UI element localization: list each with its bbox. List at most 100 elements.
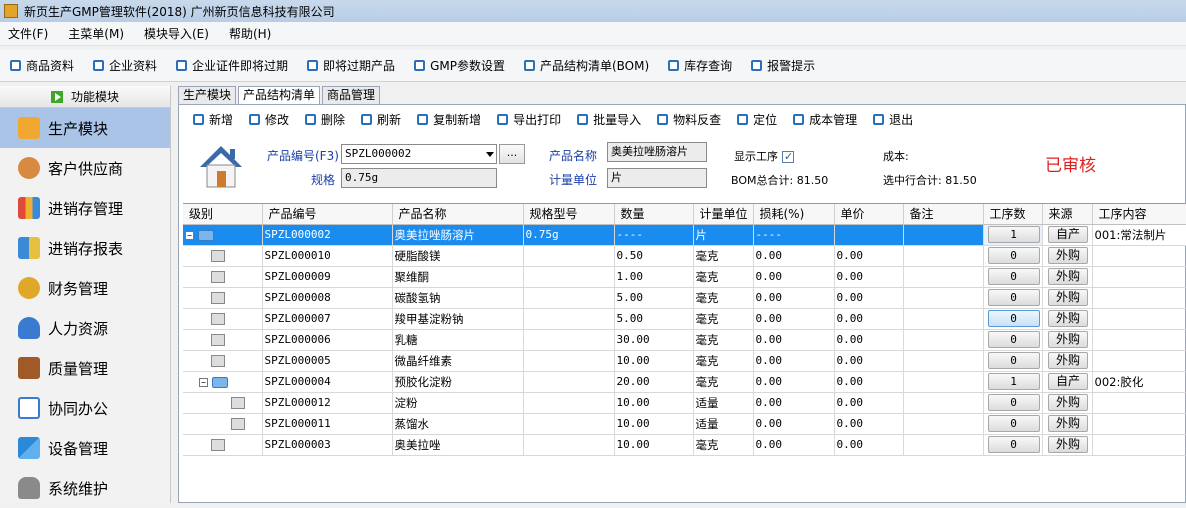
code-cell: SPZL000011 (262, 413, 393, 435)
product-name-field[interactable]: 奥美拉唑肠溶片 (607, 142, 707, 162)
source-button[interactable]: 外购 (1048, 268, 1088, 285)
table-row[interactable]: SPZL000008 碳酸氢钠 5.00 毫克 0.00 0.00 0 外购 (183, 287, 1186, 309)
col-source[interactable]: 来源 (1042, 204, 1093, 225)
menu-module-import[interactable]: 模块导入(E) (144, 25, 209, 42)
process-count-button[interactable]: 0 (987, 310, 1040, 327)
table-row[interactable]: − SPZL000004 预胶化淀粉 20.00 毫克 0.00 0.00 1 自产 002:胶化 (183, 371, 1186, 393)
col-price[interactable]: 单价 (834, 204, 904, 225)
table-row[interactable]: SPZL000007 羧甲基淀粉钠 5.00 毫克 0.00 0.00 0 外购 (183, 308, 1186, 330)
table-row[interactable]: SPZL000009 聚维酮 1.00 毫克 0.00 0.00 0 外购 (183, 266, 1186, 288)
browse-button[interactable]: ... (499, 144, 525, 164)
delete-button[interactable]: 删除 (305, 111, 345, 128)
copy-add-button[interactable]: 复制新增 (417, 111, 481, 128)
spec-cell (523, 308, 615, 330)
sidebar-item-office[interactable]: 协同办公 (0, 388, 170, 428)
expiring-certs-button[interactable]: 企业证件即将过期 (176, 57, 288, 74)
edit-button[interactable]: 修改 (249, 111, 289, 128)
table-row[interactable]: SPZL000006 乳糖 30.00 毫克 0.00 0.00 0 外购 (183, 329, 1186, 351)
col-spec[interactable]: 规格型号 (523, 204, 615, 225)
source-button[interactable]: 外购 (1048, 436, 1088, 453)
cost-management-button[interactable]: 成本管理 (793, 111, 857, 128)
company-info-button[interactable]: 企业资料 (93, 57, 157, 74)
product-code-combobox[interactable]: SPZL000002 (341, 144, 497, 164)
add-button[interactable]: 新增 (193, 111, 233, 128)
col-name[interactable]: 产品名称 (392, 204, 524, 225)
table-row[interactable]: SPZL000005 微晶纤维素 10.00 毫克 0.00 0.00 0 外购 (183, 350, 1186, 372)
table-row[interactable]: SPZL000012 淀粉 10.00 适量 0.00 0.00 0 外购 (183, 392, 1186, 414)
gmp-settings-button[interactable]: GMP参数设置 (414, 57, 505, 74)
collapse-icon[interactable]: − (185, 230, 194, 240)
product-info-button[interactable]: 商品资料 (10, 57, 74, 74)
checkbox-icon (10, 60, 21, 71)
col-loss[interactable]: 损耗(%) (753, 204, 835, 225)
menu-main[interactable]: 主菜单(M) (68, 25, 124, 42)
locate-button[interactable]: 定位 (737, 111, 777, 128)
col-level[interactable]: 级别 (183, 204, 263, 225)
sidebar-item-customer-supplier[interactable]: 客户供应商 (0, 148, 170, 188)
process-content-cell (1092, 392, 1186, 414)
process-count-button[interactable]: 0 (987, 289, 1040, 306)
alarm-button[interactable]: 报警提示 (751, 57, 815, 74)
process-count-button[interactable]: 0 (987, 247, 1040, 264)
table-row[interactable]: SPZL000011 蒸馏水 10.00 适量 0.00 0.00 0 外购 (183, 413, 1186, 435)
tab-product-management[interactable]: 商品管理 (322, 86, 381, 104)
col-code[interactable]: 产品编号 (262, 204, 393, 225)
qty-cell: 10.00 (614, 413, 694, 435)
source-button[interactable]: 外购 (1048, 247, 1088, 264)
process-count-button[interactable]: 0 (987, 394, 1040, 411)
process-count-button[interactable]: 0 (987, 415, 1040, 432)
product-name-label: 产品名称 (549, 149, 598, 163)
sidebar-item-production[interactable]: 生产模块 (0, 108, 170, 148)
menu-file[interactable]: 文件(F) (8, 25, 48, 42)
unit-field[interactable]: 片 (607, 168, 707, 188)
process-content-cell (1092, 287, 1186, 309)
source-button[interactable]: 外购 (1048, 310, 1088, 327)
process-count-button[interactable]: 0 (987, 352, 1040, 369)
collapse-icon[interactable]: − (199, 377, 208, 387)
tab-production[interactable]: 生产模块 (178, 86, 237, 104)
expiring-products-button[interactable]: 即将过期产品 (307, 57, 395, 74)
process-count-button[interactable]: 0 (987, 268, 1040, 285)
source-button[interactable]: 外购 (1048, 394, 1088, 411)
source-button[interactable]: 外购 (1048, 331, 1088, 348)
source-button[interactable]: 外购 (1048, 415, 1088, 432)
sidebar-item-equipment[interactable]: 设备管理 (0, 428, 170, 468)
process-count-button[interactable]: 1 (987, 226, 1040, 243)
source-button[interactable]: 外购 (1048, 352, 1088, 369)
export-print-button[interactable]: 导出打印 (497, 111, 561, 128)
col-qty[interactable]: 数量 (614, 204, 694, 225)
col-process-count[interactable]: 工序数 (983, 204, 1043, 225)
process-count-button[interactable]: 0 (987, 436, 1040, 453)
sidebar-item-hr[interactable]: 人力资源 (0, 308, 170, 348)
table-row-selected[interactable]: − SPZL000002 奥美拉唑肠溶片 0.75g ---- 片 ---- 1 自产 001:常… (183, 224, 1186, 246)
source-button[interactable]: 自产 (1048, 373, 1088, 390)
source-button[interactable]: 自产 (1048, 226, 1088, 243)
inventory-query-button[interactable]: 库存查询 (668, 57, 732, 74)
process-count-button[interactable]: 1 (987, 373, 1040, 390)
material-lookup-button[interactable]: 物料反查 (657, 111, 721, 128)
spec-field[interactable]: 0.75g (341, 168, 497, 188)
source-button[interactable]: 外购 (1048, 289, 1088, 306)
show-process-checkbox[interactable] (782, 150, 794, 163)
show-process-toggle[interactable]: 显示工序 (734, 148, 794, 164)
sidebar-item-finance[interactable]: 财务管理 (0, 268, 170, 308)
checkbox-icon (249, 114, 261, 125)
col-process-content[interactable]: 工序内容 (1092, 204, 1186, 225)
table-row[interactable]: SPZL000010 硬脂酸镁 0.50 毫克 0.00 0.00 0 外购 (183, 245, 1186, 267)
tab-bom[interactable]: 产品结构清单 (238, 86, 321, 105)
sidebar-item-inventory[interactable]: 进销存管理 (0, 188, 170, 228)
loss-cell: ---- (753, 224, 835, 246)
bom-button[interactable]: 产品结构清单(BOM) (523, 57, 649, 74)
refresh-button[interactable]: 刷新 (361, 111, 401, 128)
table-row[interactable]: SPZL000003 奥美拉唑 10.00 毫克 0.00 0.00 0 外购 (183, 434, 1186, 456)
exit-button[interactable]: 退出 (873, 111, 913, 128)
qty-cell: 30.00 (614, 329, 694, 351)
col-remark[interactable]: 备注 (903, 204, 984, 225)
process-count-button[interactable]: 0 (987, 331, 1040, 348)
batch-import-button[interactable]: 批量导入 (577, 111, 641, 128)
sidebar-item-inventory-report[interactable]: 进销存报表 (0, 228, 170, 268)
sidebar-item-quality[interactable]: 质量管理 (0, 348, 170, 388)
menu-help[interactable]: 帮助(H) (229, 25, 271, 42)
col-unit[interactable]: 计量单位 (693, 204, 754, 225)
sidebar-item-system[interactable]: 系统维护 (0, 468, 170, 508)
